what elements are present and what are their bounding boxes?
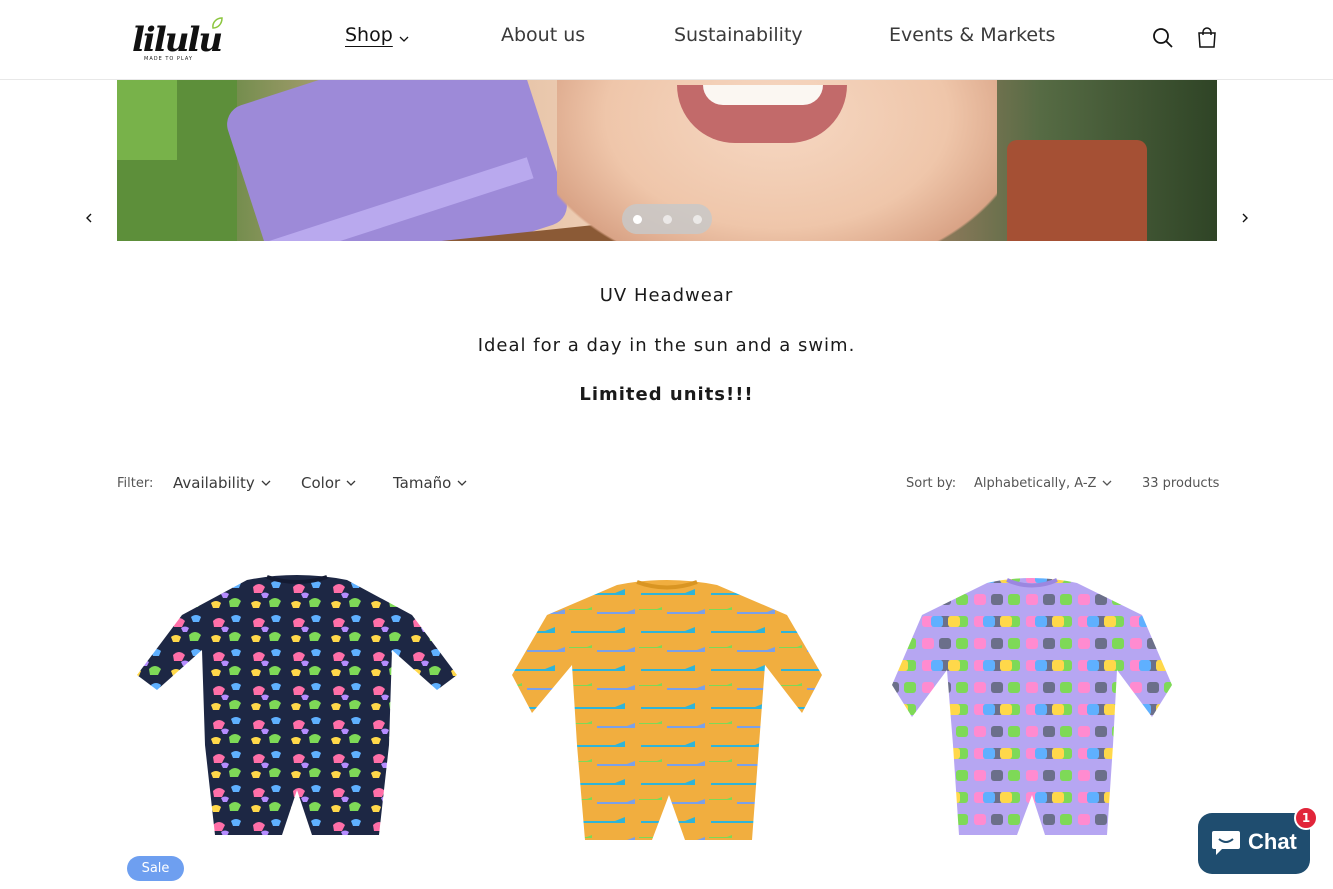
logo-tagline: MADE TO PLAY [144, 56, 193, 62]
leaf-icon [212, 17, 223, 29]
nav-item-sustainability[interactable]: Sustainability [674, 24, 803, 46]
site-header: lilulu MADE TO PLAY Shop About us Sustai… [0, 0, 1333, 80]
sort-select[interactable]: Alphabetically, A-Z [974, 476, 1112, 491]
slideshow-dots [622, 204, 712, 234]
nav-item-shop[interactable]: Shop [345, 24, 393, 46]
nav-item-about-us[interactable]: About us [501, 24, 585, 46]
filter-label: Filter: [117, 476, 154, 491]
product-image [137, 575, 457, 835]
slide-dot-3[interactable] [693, 215, 702, 224]
product-count: 33 products [1142, 476, 1220, 491]
chevron-down-icon [346, 480, 356, 486]
product-card[interactable] [127, 545, 467, 889]
chat-label: Chat [1248, 829, 1297, 854]
product-image [892, 578, 1172, 835]
sale-badge[interactable]: Sale [127, 856, 184, 881]
chevron-down-icon [1102, 480, 1112, 486]
filter-availability[interactable]: Availability [173, 474, 271, 492]
search-icon[interactable] [1151, 26, 1175, 50]
slideshow-prev-arrow[interactable] [79, 208, 99, 228]
slide-title: UV Headwear [599, 285, 734, 306]
slide-dot-2[interactable] [663, 215, 672, 224]
sort-label: Sort by: [906, 476, 957, 491]
nav-item-events-markets[interactable]: Events & Markets [889, 24, 1055, 46]
chat-unread-badge: 1 [1294, 806, 1318, 830]
product-card[interactable] [497, 545, 837, 889]
filter-tamano[interactable]: Tamaño [393, 474, 467, 492]
logo-text: lilulu [132, 20, 223, 60]
chevron-down-icon [261, 480, 271, 486]
cart-icon[interactable] [1195, 26, 1219, 50]
logo[interactable]: lilulu MADE TO PLAY [128, 14, 228, 66]
teeth-shape [703, 85, 823, 105]
plant-shape [117, 80, 177, 160]
chevron-down-icon [457, 480, 467, 486]
slide-note: Limited units!!! [579, 384, 754, 405]
chevron-down-icon[interactable] [399, 36, 409, 43]
slide-dot-1[interactable] [633, 215, 642, 224]
product-image [512, 580, 822, 840]
chat-button[interactable]: Chat [1198, 813, 1310, 874]
filter-color-label: Color [301, 474, 341, 492]
filter-availability-label: Availability [173, 474, 255, 492]
filter-tamano-label: Tamaño [393, 474, 452, 492]
sort-value: Alphabetically, A-Z [974, 476, 1097, 491]
filter-color[interactable]: Color [301, 474, 356, 492]
slideshow-next-arrow[interactable] [1235, 208, 1255, 228]
chat-bubble-icon [1212, 831, 1240, 855]
product-card[interactable] [867, 545, 1207, 889]
flower-pot-shape [1007, 140, 1147, 241]
slide-subtitle: Ideal for a day in the sun and a swim. [477, 335, 856, 356]
